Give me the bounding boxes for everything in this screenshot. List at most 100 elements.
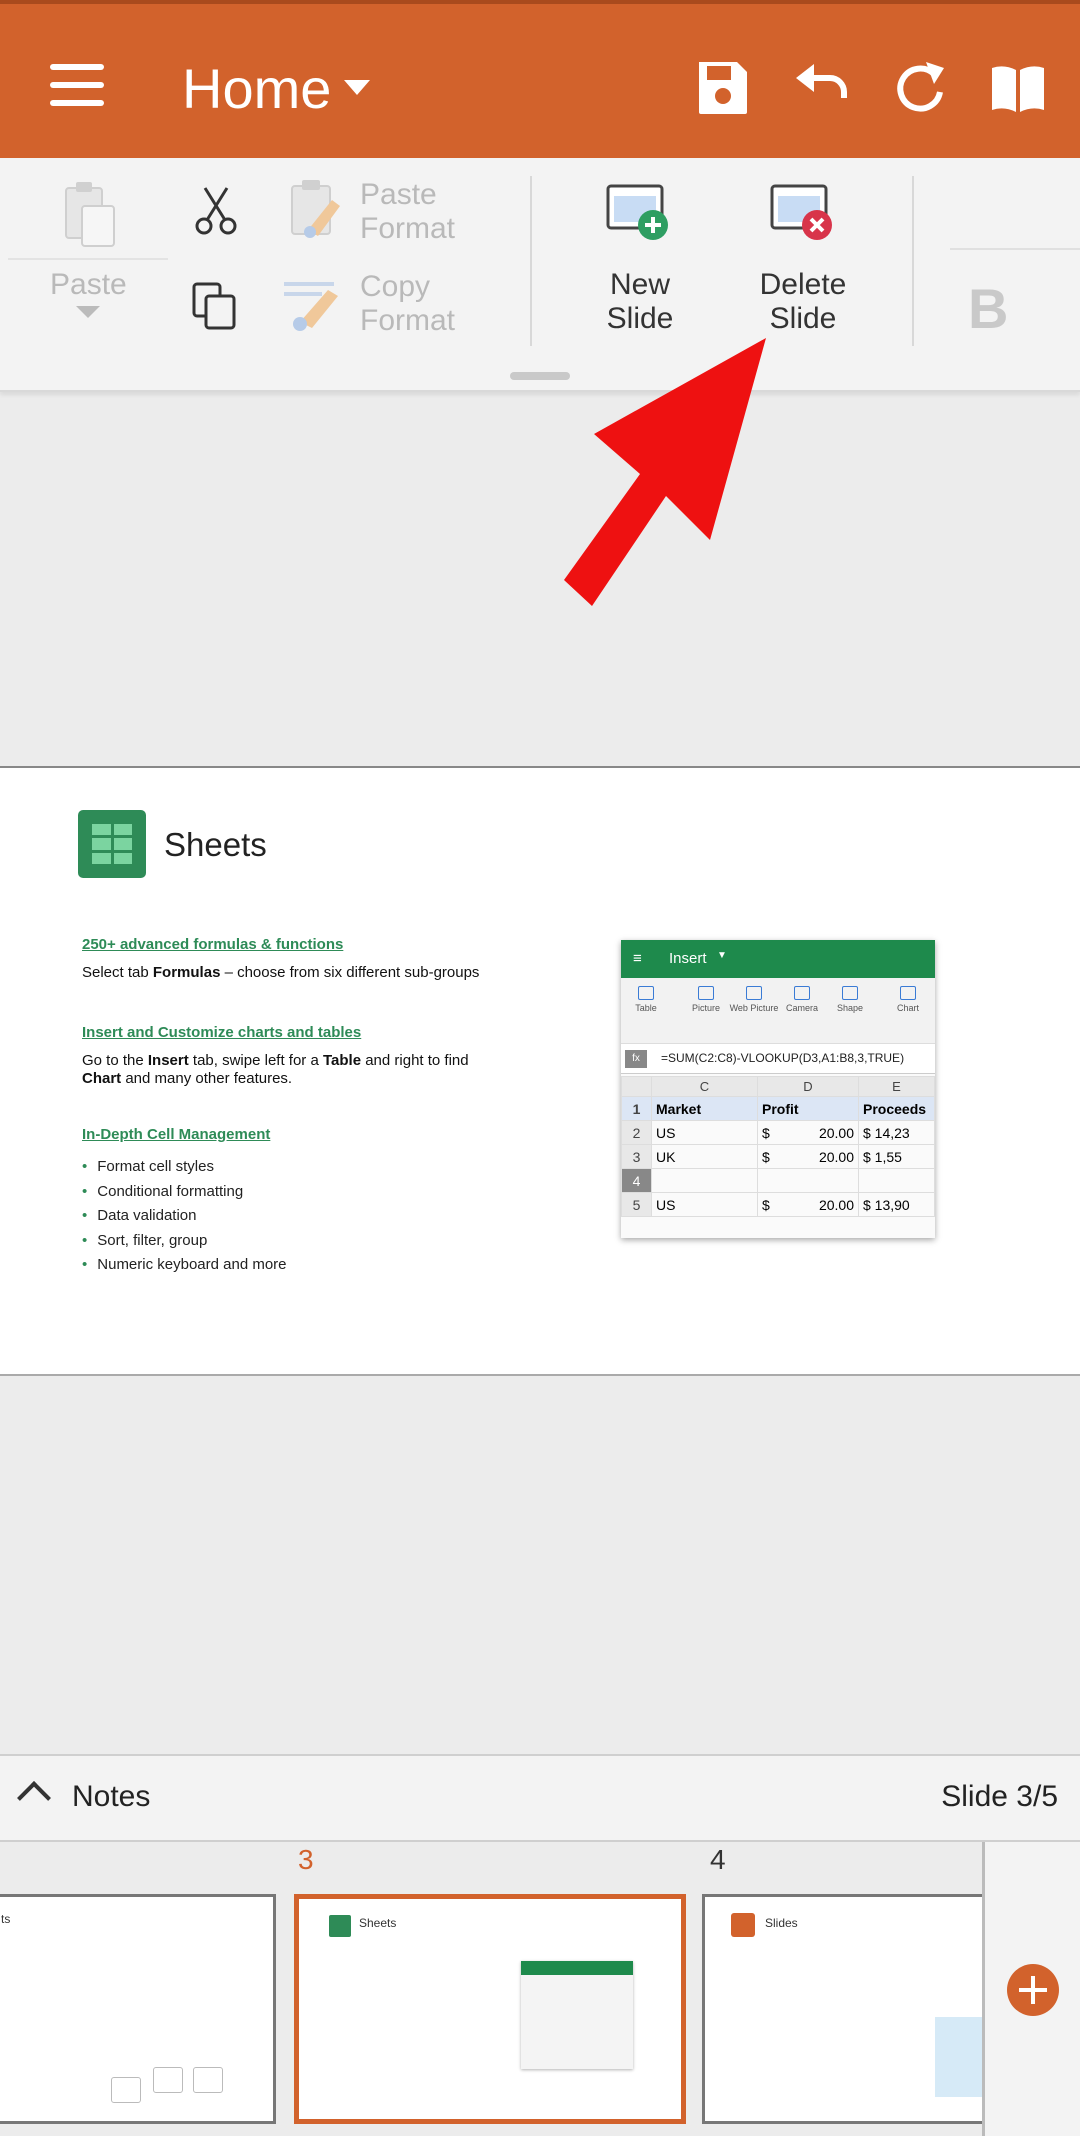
mini-formula: =SUM(C2:C8)-VLOOKUP(D3,A1:B8,3,TRUE) [661, 1051, 905, 1065]
mini-fx-label: fx [625, 1050, 647, 1068]
mini-tool: Web Picture [729, 986, 779, 1013]
copy-format-line2: Format [360, 304, 456, 337]
sheets-screenshot-image: ≡ Insert ▼ Table Picture Web Picture Cam… [621, 940, 935, 1238]
row-header: 2 [621, 1120, 652, 1145]
list-item: Data validation [82, 1207, 287, 1232]
section-heading: 250+ advanced formulas & functions [82, 936, 344, 953]
paste-format-icon[interactable] [288, 178, 344, 242]
slide-thumbnail-4[interactable]: Slides [702, 1894, 1002, 2124]
corner-cell [621, 1076, 652, 1097]
paste-format-line1: Paste [360, 178, 437, 211]
thumb-title: ts [1, 1912, 11, 1926]
section-text: Go to the Insert tab, swipe left for a T… [82, 1052, 522, 1088]
new-slide-button[interactable]: New Slide [590, 268, 690, 336]
table-cell: Proceeds [858, 1096, 935, 1121]
ribbon-tab-selector[interactable]: Home [182, 56, 331, 121]
table-cell: $ [756, 1120, 785, 1145]
table-cell: $ 13,90 [858, 1192, 935, 1217]
notes-label[interactable]: Notes [72, 1780, 150, 1814]
mini-tool: Camera [777, 986, 827, 1013]
table-cell: 20.00 [784, 1192, 859, 1217]
paste-label[interactable]: Paste [50, 268, 127, 302]
delete-slide-line1: Delete [759, 268, 847, 301]
row-header: 5 [621, 1192, 652, 1217]
mini-tool-label: Web Picture [729, 1003, 779, 1013]
app-root: { "appbar": { "title": "Home", "icons": … [0, 0, 1080, 2136]
list-item: Format cell styles [82, 1158, 287, 1183]
thumb-title: Slides [765, 1916, 798, 1930]
table-cell [757, 1168, 859, 1193]
table-cell: Market [651, 1096, 758, 1121]
text-run: and many other features. [121, 1070, 293, 1087]
slides-logo-icon [731, 1913, 755, 1937]
bullet-list: Format cell styles Conditional formattin… [82, 1158, 287, 1281]
mini-tab-title: Insert [669, 950, 707, 967]
mini-tool: Shape [825, 986, 875, 1013]
text-run: – choose from six different sub-groups [220, 964, 480, 981]
text-run-bold: Insert [147, 1052, 189, 1069]
mini-formula-bar: fx =SUM(C2:C8)-VLOOKUP(D3,A1:B8,3,TRUE) [621, 1044, 935, 1074]
table-row: 1 Market Profit Proceeds [621, 1096, 935, 1121]
section-heading: Insert and Customize charts and tables [82, 1024, 362, 1041]
table-cell: $ [756, 1144, 785, 1169]
mini-toolbar: Table Picture Web Picture Camera Shape C… [621, 978, 935, 1044]
column-header: C [651, 1076, 758, 1097]
text-run: and right to find [361, 1052, 469, 1069]
table-cell: US [651, 1120, 758, 1145]
copy-format-line1: Copy [360, 270, 431, 303]
new-slide-icon[interactable] [606, 184, 670, 242]
red-arrow-annotation [564, 338, 766, 606]
list-item: Numeric keyboard and more [82, 1256, 286, 1281]
cut-icon[interactable] [193, 186, 239, 236]
ribbon-divider [950, 248, 1080, 250]
mini-tool: Picture [681, 986, 731, 1013]
table-cell: $ 1,55 [858, 1144, 935, 1169]
notes-bar[interactable]: Notes Slide 3/5 [0, 1754, 1080, 1842]
book-icon[interactable] [988, 58, 1048, 118]
section-heading: In-Depth Cell Management [82, 1126, 271, 1143]
paste-format-label[interactable]: Paste Format [360, 178, 455, 246]
mini-chevron-icon: ▼ [717, 950, 727, 961]
save-icon[interactable] [693, 58, 753, 118]
copy-format-label[interactable]: Copy Format [360, 270, 455, 338]
redo-icon[interactable] [890, 58, 950, 118]
text-run-bold: Table [322, 1052, 362, 1069]
slide-thumbnail-2[interactable]: ts [0, 1894, 276, 2124]
undo-icon[interactable] [792, 58, 852, 118]
thumb-icon [153, 2067, 183, 2093]
thumb-icon [111, 2077, 141, 2103]
mini-spreadsheet-grid: C D E 1 Market Profit Proceeds 2 US $ 20… [621, 1076, 935, 1217]
delete-slide-button[interactable]: Delete Slide [750, 268, 856, 336]
paste-format-line2: Format [360, 212, 456, 245]
mini-tool: Table [621, 986, 671, 1013]
ribbon-separator [912, 176, 914, 346]
table-cell: Profit [757, 1096, 859, 1121]
add-slide-button[interactable] [1007, 1964, 1059, 2016]
list-item: Conditional formatting [82, 1183, 287, 1208]
table-cell: 20.00 [784, 1120, 859, 1145]
delete-slide-icon[interactable] [770, 184, 834, 242]
ribbon-toolbar: Paste Paste Format Copy Format New Slide… [0, 158, 1080, 392]
thumb-title: Sheets [359, 1916, 397, 1930]
copy-icon[interactable] [190, 280, 242, 332]
section-text: Select tab Formulas – choose from six di… [82, 964, 522, 982]
mini-tool-label: Table [635, 1003, 657, 1013]
table-row: 3 UK $ 20.00 $ 1,55 [621, 1144, 935, 1169]
chevron-down-icon[interactable] [344, 80, 370, 95]
slide-canvas[interactable]: Sheets 250+ advanced formulas & function… [0, 766, 1080, 1376]
menu-icon[interactable] [50, 64, 104, 106]
table-cell [651, 1168, 758, 1193]
paste-dropdown-icon[interactable] [76, 306, 100, 318]
paste-icon[interactable] [62, 180, 118, 248]
slide-thumbnail-3[interactable]: Sheets [294, 1894, 686, 2124]
slide-number: 3 [298, 1844, 314, 1875]
mini-tool-label: Chart [896, 1003, 919, 1013]
bold-button[interactable]: B [968, 276, 1008, 341]
table-cell: 20.00 [784, 1144, 859, 1169]
copy-format-icon[interactable] [282, 276, 344, 332]
mini-tool-label: Picture [691, 1003, 720, 1013]
table-cell: US [651, 1192, 758, 1217]
column-header: E [858, 1076, 935, 1097]
chevron-up-icon[interactable] [17, 1781, 51, 1815]
sheets-logo-icon [329, 1915, 351, 1937]
